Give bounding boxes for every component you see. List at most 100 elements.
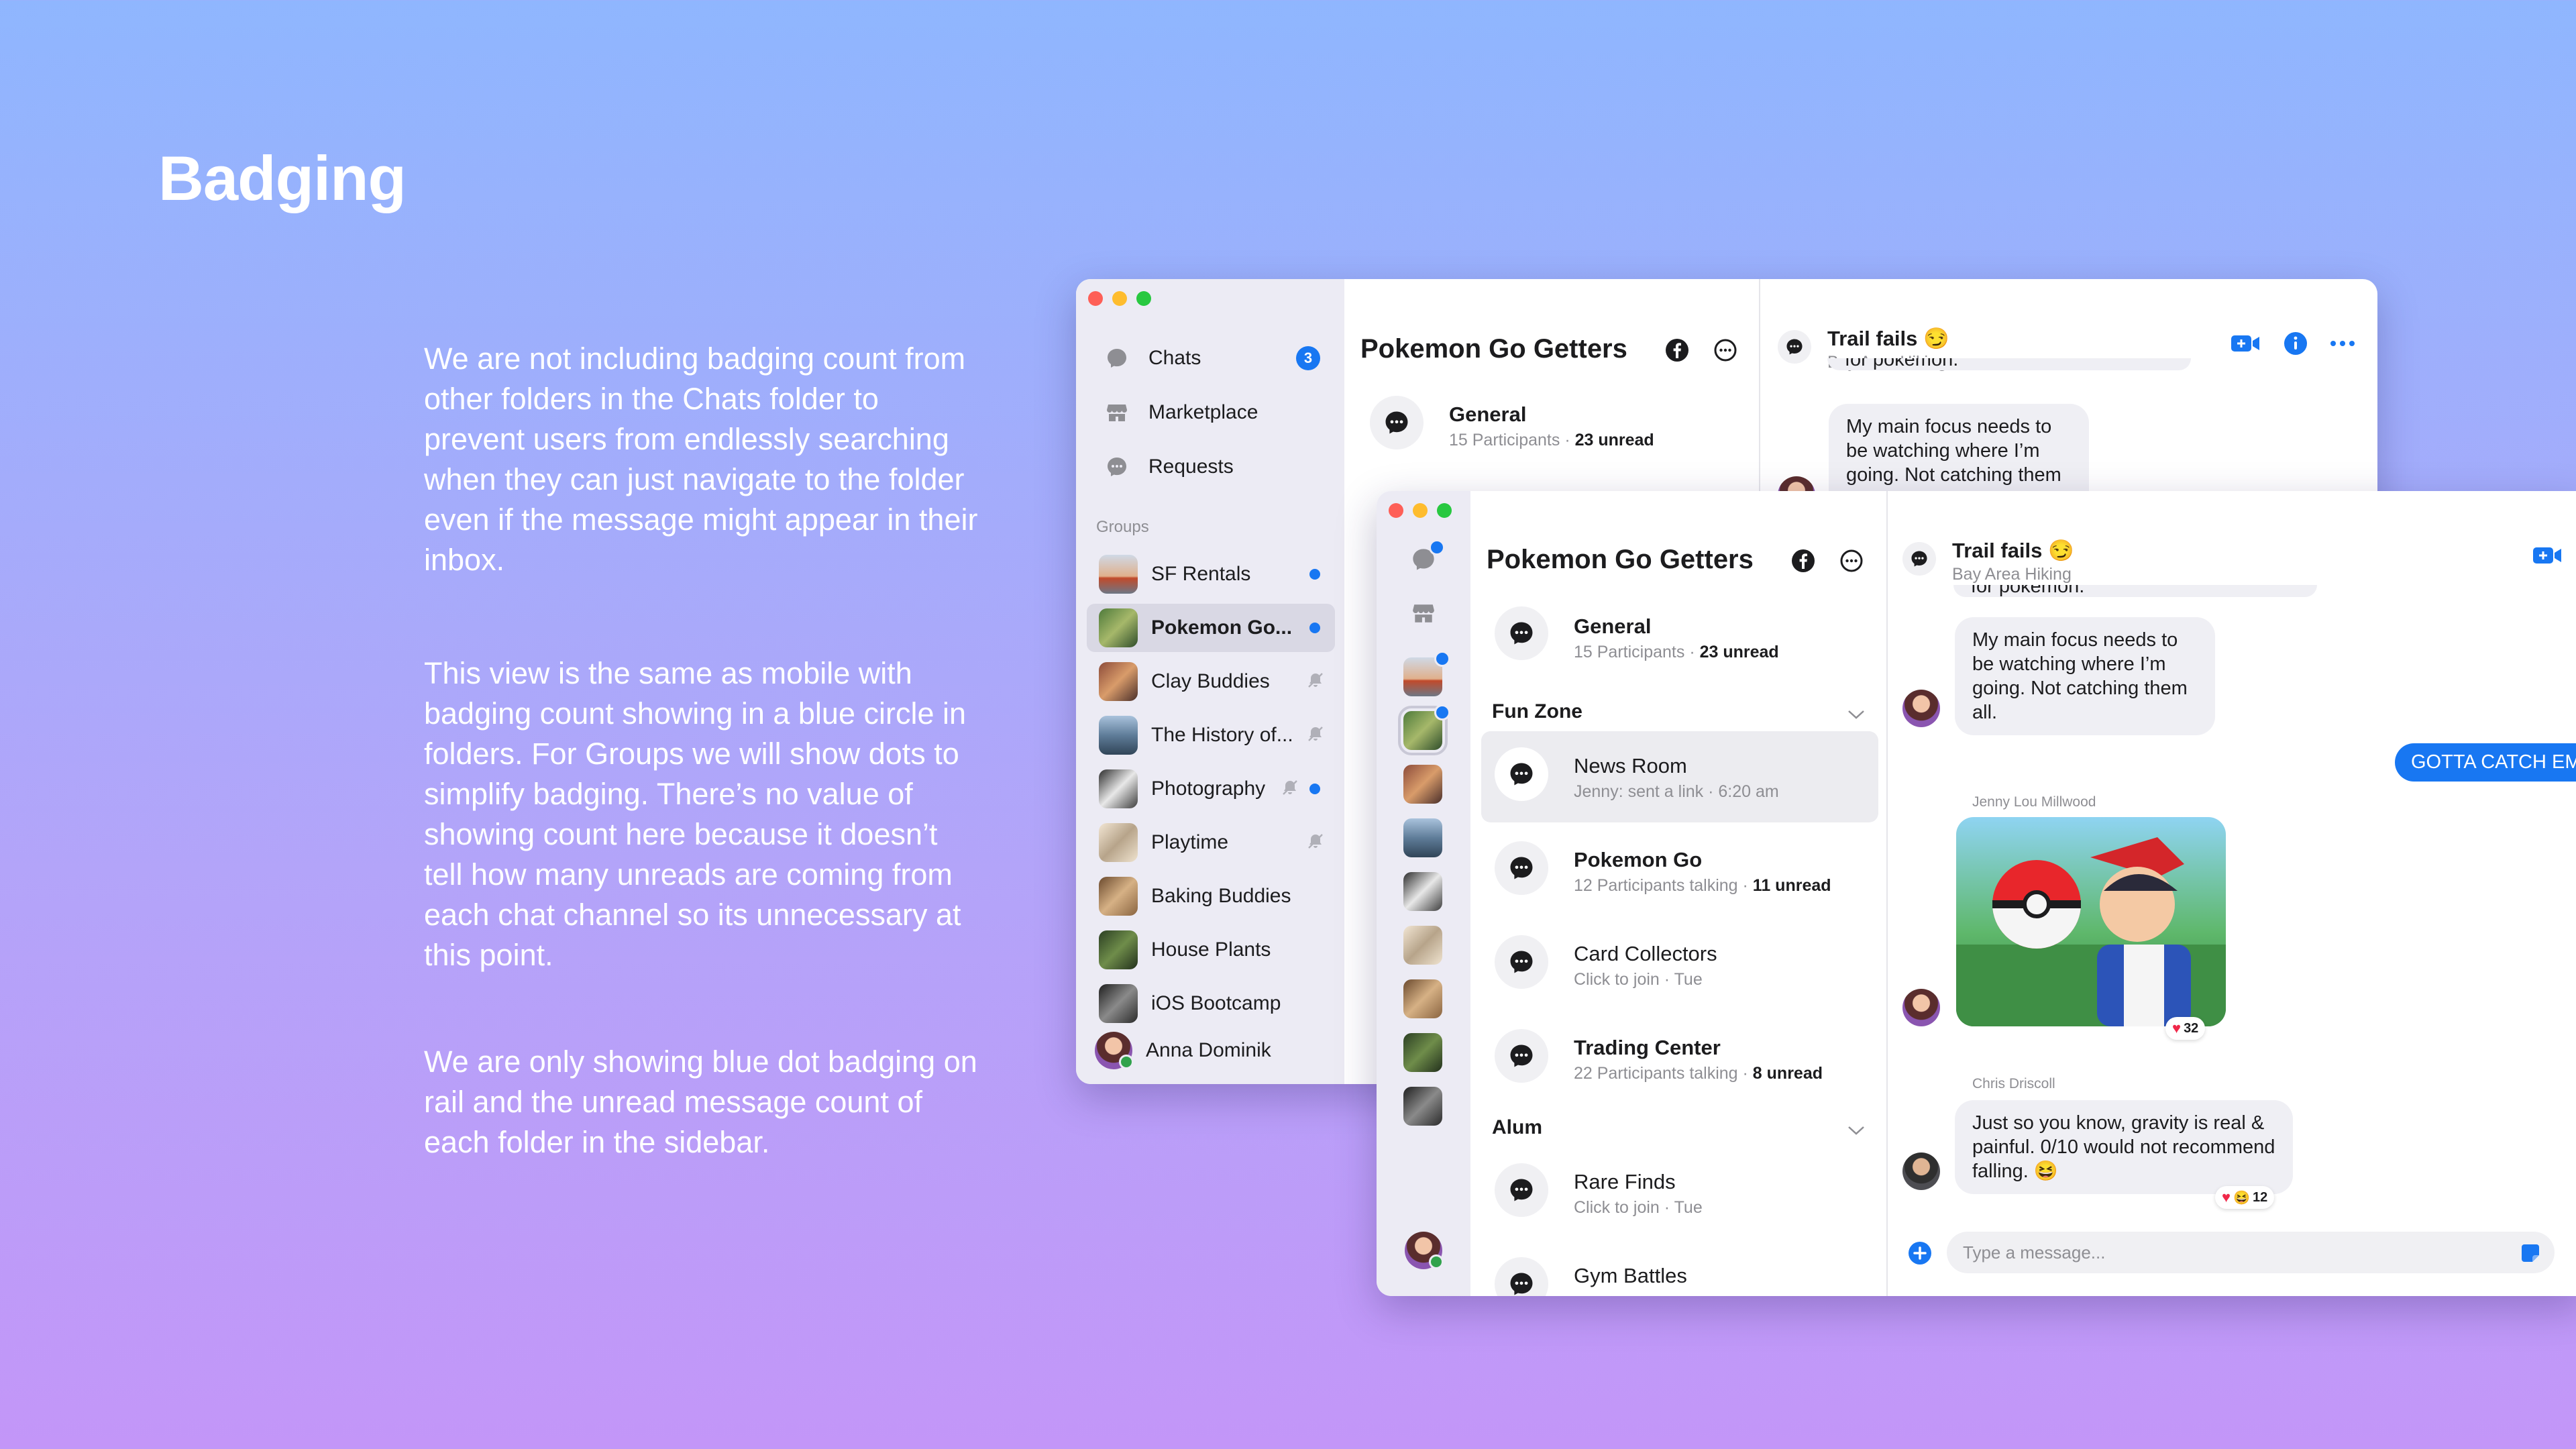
rail-group-thumbnail[interactable] [1403, 926, 1442, 965]
facebook-icon[interactable] [1790, 547, 1817, 574]
message-bubble: My main focus needs to be watching where… [1955, 617, 2215, 735]
paragraph-3: We are only showing blue dot badging on … [424, 1044, 977, 1159]
channel-name[interactable]: Card Collectors [1574, 942, 1717, 966]
sender-avatar [1902, 1152, 1940, 1190]
channel-icon [1495, 1029, 1548, 1083]
storefront-icon[interactable] [1409, 598, 1438, 628]
minimize-window-button[interactable] [1112, 291, 1127, 306]
group-title: Pokemon Go Getters [1487, 545, 1754, 574]
channel-name[interactable]: General [1449, 402, 1526, 427]
zoom-window-button[interactable] [1437, 503, 1452, 518]
chat-bubble-icon [1104, 345, 1130, 371]
sidebar-group-item[interactable]: Baking Buddies [1087, 872, 1335, 920]
sidebar: Chats 3 Marketplace Requests Groups SF R… [1076, 279, 1344, 1084]
window-controls [1088, 291, 1151, 306]
group-thumbnail [1099, 769, 1138, 808]
sidebar-group-item[interactable]: Clay Buddies [1087, 657, 1335, 706]
more-options-icon[interactable] [1712, 337, 1739, 364]
muted-bell-icon [1307, 725, 1324, 746]
rail-group-thumbnail[interactable] [1403, 1087, 1442, 1126]
zoom-window-button[interactable] [1136, 291, 1151, 306]
channel-name[interactable]: Rare Finds [1574, 1170, 1676, 1194]
group-thumbnail [1099, 662, 1138, 701]
sender-avatar [1902, 989, 1940, 1026]
channel-subtitle: 15 Participants · 23 unread [1574, 643, 1779, 661]
sidebar-group-item[interactable]: House Plants [1087, 926, 1335, 974]
sidebar-item-chats[interactable]: Chats 3 [1096, 334, 1332, 382]
channel-subtitle: 12 Participants talking · 11 unread [1574, 876, 1831, 895]
minimize-window-button[interactable] [1413, 503, 1428, 518]
video-call-icon[interactable] [2530, 542, 2564, 569]
avatar[interactable] [1405, 1232, 1444, 1269]
group-name: The History of... [1151, 724, 1293, 746]
sidebar-item-label: Marketplace [1148, 401, 1258, 423]
group-name: Clay Buddies [1151, 670, 1270, 692]
unread-dot [1434, 651, 1450, 667]
sidebar-group-item[interactable]: Photography [1087, 765, 1335, 813]
channel-name[interactable]: Gym Battles [1574, 1264, 1687, 1288]
paragraph-2: This view is the same as mobile with bad… [424, 656, 967, 972]
folder-header[interactable]: Alum [1492, 1116, 1542, 1139]
avatar [1095, 1032, 1134, 1069]
channel-subtitle: Jenny: sent a link · 6:20 am [1574, 782, 1779, 801]
channel-name[interactable]: Trading Center [1574, 1036, 1721, 1060]
heart-icon: ♥ [2222, 1189, 2231, 1205]
profile-name: Anna Dominik [1146, 1039, 1271, 1061]
rail-group-thumbnail[interactable] [1403, 765, 1442, 804]
sender-avatar [1902, 690, 1940, 727]
video-call-icon[interactable] [2229, 330, 2262, 357]
sticker-icon[interactable] [2517, 1240, 2544, 1267]
rail-group-thumbnail[interactable] [1403, 1033, 1442, 1072]
more-options-icon[interactable] [1838, 547, 1865, 574]
folder-header[interactable]: Fun Zone [1492, 700, 1582, 723]
sidebar-group-item[interactable]: SF Rentals [1087, 550, 1335, 598]
sender-name: Chris Driscoll [1972, 1076, 2055, 1091]
sidebar-group-item[interactable]: iOS Bootcamp [1087, 979, 1335, 1028]
channel-name[interactable]: News Room [1574, 754, 1687, 778]
channel-icon [1495, 1257, 1548, 1296]
sidebar-group-item[interactable]: The History of... [1087, 711, 1335, 759]
storefront-icon [1104, 400, 1130, 425]
profile[interactable]: Anna Dominik [1095, 1032, 1271, 1069]
reaction-badge[interactable]: ♥ 😆 12 [2215, 1186, 2275, 1209]
sidebar-item-requests[interactable]: Requests [1096, 443, 1332, 491]
add-icon[interactable] [1907, 1240, 1933, 1267]
laugh-icon: 😆 [2233, 1190, 2250, 1205]
rail-group-thumbnail[interactable] [1403, 818, 1442, 857]
channel-subtitle: 22 Participants talking · 8 unread [1574, 1064, 1823, 1083]
channel-subtitle: Click to join · Tue [1574, 970, 1703, 989]
unread-count-badge: 3 [1296, 346, 1320, 370]
message-input[interactable]: Type a message... [1947, 1232, 2555, 1273]
rail-group-thumbnail[interactable] [1403, 872, 1442, 911]
sidebar-item-marketplace[interactable]: Marketplace [1096, 388, 1332, 437]
chat-title: Trail fails 😏 [1827, 327, 1949, 350]
paragraph-1: We are not including badging count from … [424, 341, 978, 577]
close-window-button[interactable] [1088, 291, 1103, 306]
unread-dot [1309, 623, 1320, 633]
channel-icon [1495, 841, 1548, 895]
chevron-down-icon[interactable] [1847, 1126, 1865, 1135]
info-icon[interactable] [2282, 330, 2309, 357]
group-name: House Plants [1151, 938, 1271, 961]
more-icon[interactable] [2328, 330, 2357, 357]
rail [1377, 491, 1470, 1296]
chevron-down-icon[interactable] [1847, 710, 1865, 719]
channel-name[interactable]: Pokemon Go [1574, 848, 1702, 872]
channel-name[interactable]: General [1574, 614, 1651, 639]
chat-icon [1902, 542, 1936, 576]
pokemon-image[interactable] [1956, 817, 2226, 1026]
channel-subtitle: 15 Participants · 23 unread [1449, 431, 1654, 449]
muted-bell-icon [1307, 672, 1324, 692]
facebook-icon[interactable] [1664, 337, 1690, 364]
reaction-badge[interactable]: ♥ 32 [2165, 1017, 2206, 1040]
group-thumbnail [1099, 930, 1138, 969]
rail-group-thumbnail[interactable] [1403, 979, 1442, 1018]
close-window-button[interactable] [1389, 503, 1403, 518]
group-name: Pokemon Go... [1151, 616, 1293, 639]
group-thumbnail [1099, 823, 1138, 862]
sidebar-group-item[interactable]: Playtime [1087, 818, 1335, 867]
message-bubble-partial: for pokemon. [1827, 358, 2191, 370]
group-thumbnail [1099, 716, 1138, 755]
sidebar-group-item[interactable]: Pokemon Go... [1087, 604, 1335, 652]
channel-icon [1495, 747, 1548, 801]
